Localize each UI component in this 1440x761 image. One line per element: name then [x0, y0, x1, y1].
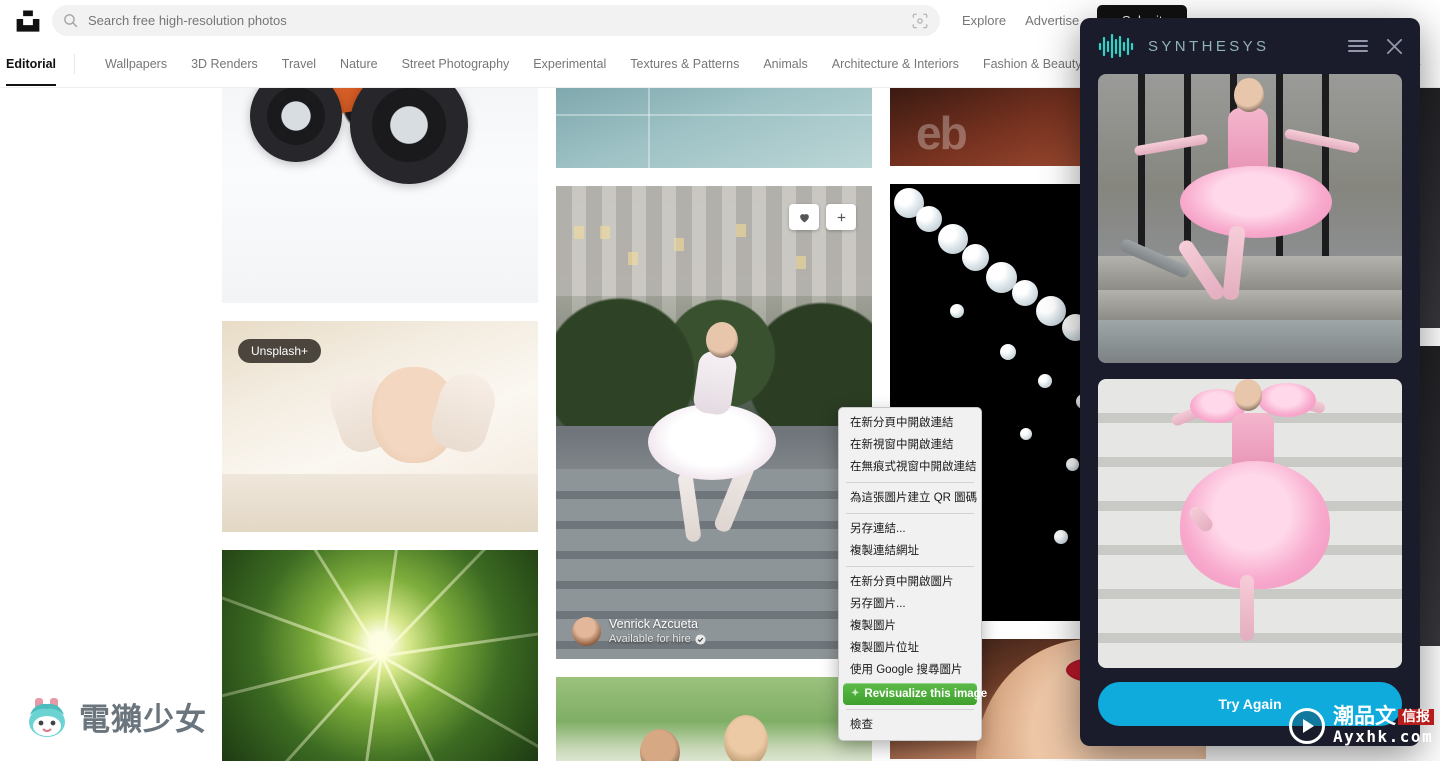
- photo-pool-tiles: [556, 88, 872, 168]
- available-for-hire-label: Available for hire: [609, 632, 691, 646]
- watermark-left: 電獺少女: [26, 694, 207, 739]
- nav-item-fashion-beauty[interactable]: Fashion & Beauty: [971, 57, 1094, 71]
- waveform-icon: [1097, 33, 1137, 59]
- nav-item-3d-renders[interactable]: 3D Renders: [179, 57, 270, 71]
- play-circle-icon: [1289, 708, 1325, 744]
- photo-ballerina-city-steps: [556, 186, 872, 659]
- synthesys-results: [1080, 74, 1420, 668]
- ctx-open-link-new-tab[interactable]: 在新分頁中開啟連結: [839, 412, 981, 434]
- photo-card[interactable]: [222, 88, 538, 303]
- ebay-overlay-text: eb: [916, 106, 966, 160]
- ctx-save-image-as[interactable]: 另存圖片...: [839, 593, 981, 615]
- unsplash-logo-icon[interactable]: [14, 7, 42, 35]
- search-bar[interactable]: [52, 5, 940, 36]
- avatar[interactable]: [572, 617, 601, 646]
- unsplash-plus-badge[interactable]: Unsplash+: [238, 339, 321, 363]
- header-link-explore[interactable]: Explore: [962, 13, 1006, 28]
- ctx-copy-link-address[interactable]: 複製連結網址: [839, 540, 981, 562]
- search-icon: [62, 12, 79, 29]
- nav-item-experimental[interactable]: Experimental: [521, 57, 618, 71]
- synthesys-brand: SYNTHESYS: [1097, 33, 1269, 59]
- nav-item-street-photography[interactable]: Street Photography: [390, 57, 522, 71]
- header-links: Explore Advertise: [962, 13, 1079, 28]
- nav-item-textures-patterns[interactable]: Textures & Patterns: [618, 57, 751, 71]
- grid-column-1: Unsplash+: [222, 88, 538, 761]
- photo-card[interactable]: Unsplash+: [222, 321, 538, 532]
- nav-item-nature[interactable]: Nature: [328, 57, 390, 71]
- watermark-right: 潮品文 信报 Ayxhk.com: [1289, 706, 1434, 745]
- nav-item-travel[interactable]: Travel: [270, 57, 328, 71]
- ctx-revisualize-this-image[interactable]: ✦ Revisualize this image: [843, 683, 977, 705]
- photo-attribution[interactable]: Venrick Azcueta Available for hire: [572, 617, 706, 646]
- ctx-separator: [846, 566, 974, 567]
- panel-header-actions: [1346, 34, 1406, 58]
- photographer-name[interactable]: Venrick Azcueta: [609, 617, 706, 632]
- photo-ballerina-pink-tutu: [1098, 74, 1402, 363]
- watermark-right-cn-text: 潮品文: [1333, 706, 1396, 727]
- ctx-open-link-new-window[interactable]: 在新視窗中開啟連結: [839, 434, 981, 456]
- hamburger-menu-icon[interactable]: [1346, 34, 1370, 58]
- synthesys-panel: SYNTHESYS: [1080, 18, 1420, 746]
- grid-column-2: Venrick Azcueta Available for hire: [556, 88, 872, 761]
- result-image-2[interactable]: [1098, 379, 1402, 668]
- photographer-status: Available for hire: [609, 632, 706, 646]
- watermark-right-stamp: 信报: [1398, 709, 1434, 725]
- screenshot-root: Explore Advertise Submit Editorial Wallp…: [0, 0, 1440, 761]
- nav-item-wallpapers[interactable]: Wallpapers: [93, 57, 179, 71]
- synthesys-brand-name: SYNTHESYS: [1148, 38, 1269, 55]
- watermark-left-text: 電獺少女: [79, 694, 207, 739]
- watermark-right-cn: 潮品文 信报: [1333, 706, 1434, 727]
- photo-bamboo-forest: [222, 550, 538, 761]
- result-image-1[interactable]: [1098, 74, 1402, 363]
- photo-card[interactable]: [222, 550, 538, 761]
- watermark-right-url: Ayxhk.com: [1333, 729, 1434, 745]
- ctx-separator: [846, 709, 974, 710]
- ctx-open-link-incognito[interactable]: 在無痕式視窗中開啟連結: [839, 456, 981, 478]
- nav-item-animals[interactable]: Animals: [751, 57, 819, 71]
- ctx-copy-image-address[interactable]: 複製圖片位址: [839, 637, 981, 659]
- ctx-separator: [846, 482, 974, 483]
- nav-item-editorial[interactable]: Editorial: [0, 57, 56, 71]
- photo-card-ballet[interactable]: Venrick Azcueta Available for hire: [556, 186, 872, 659]
- plus-icon: [835, 211, 848, 224]
- ctx-copy-image[interactable]: 複製圖片: [839, 615, 981, 637]
- watermark-right-text: 潮品文 信报 Ayxhk.com: [1333, 706, 1434, 745]
- like-button[interactable]: [789, 204, 819, 230]
- ctx-save-link-as[interactable]: 另存連結...: [839, 518, 981, 540]
- ctx-inspect[interactable]: 檢查: [839, 714, 981, 736]
- photo-card[interactable]: [556, 88, 872, 168]
- visual-search-icon[interactable]: [910, 11, 930, 31]
- ctx-open-image-new-tab[interactable]: 在新分頁中開啟圖片: [839, 571, 981, 593]
- heart-icon: [798, 211, 811, 224]
- nav-divider: [74, 54, 75, 74]
- search-input[interactable]: [88, 13, 910, 28]
- add-to-collection-button[interactable]: [826, 204, 856, 230]
- sparkle-icon: ✦: [851, 686, 859, 702]
- photo-motocross-snow: [222, 88, 538, 303]
- ctx-create-qr-code[interactable]: 為這張圖片建立 QR 圖碼: [839, 487, 981, 509]
- ctx-revisualize-label: Revisualize this image: [864, 686, 987, 702]
- card-action-buttons: [789, 204, 856, 230]
- header-link-advertise[interactable]: Advertise: [1025, 13, 1079, 28]
- photo-ballerina-pink-dress: [1098, 379, 1402, 668]
- ctx-separator: [846, 513, 974, 514]
- mascot-icon: [26, 695, 70, 739]
- verified-check-icon: [695, 634, 706, 645]
- close-icon[interactable]: [1382, 34, 1406, 58]
- nav-item-architecture-interiors[interactable]: Architecture & Interiors: [820, 57, 971, 71]
- browser-context-menu: 在新分頁中開啟連結 在新視窗中開啟連結 在無痕式視窗中開啟連結 為這張圖片建立 …: [838, 407, 982, 741]
- ctx-search-image-google[interactable]: 使用 Google 搜尋圖片: [839, 659, 981, 681]
- synthesys-panel-header: SYNTHESYS: [1080, 18, 1420, 74]
- photo-two-friends-laughing: [556, 677, 872, 761]
- photo-card[interactable]: [556, 677, 872, 761]
